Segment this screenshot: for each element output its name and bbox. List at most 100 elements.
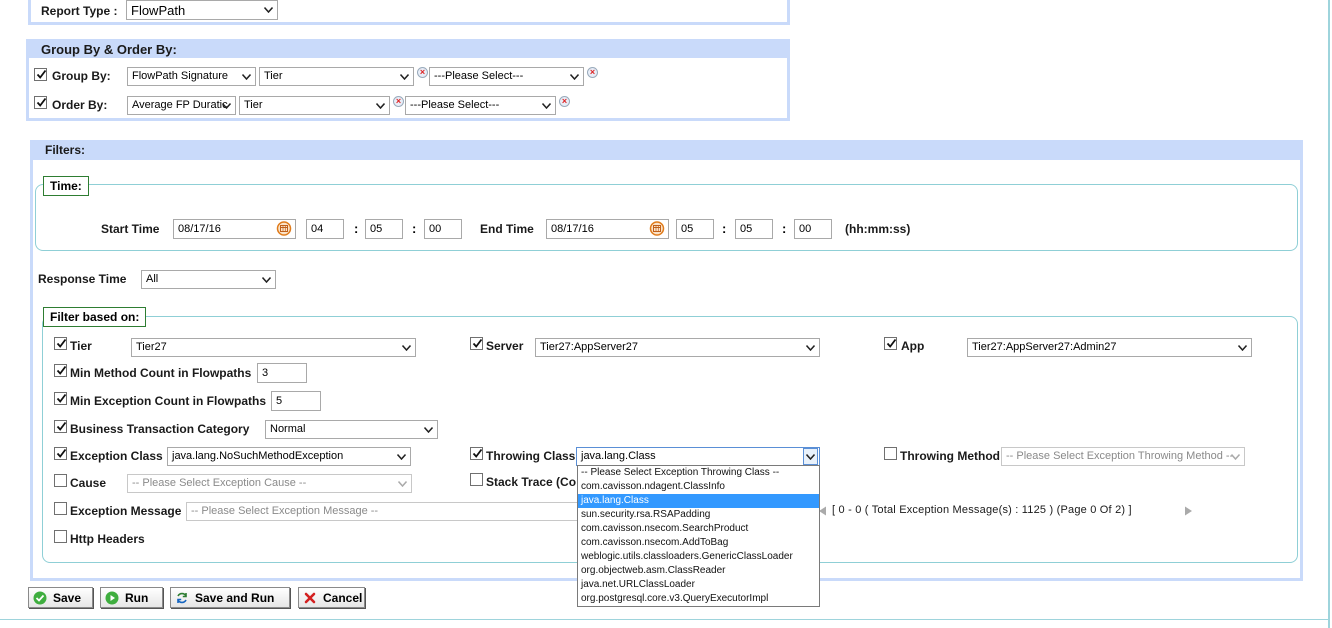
end-time-label: End Time: [480, 222, 534, 236]
btc-select[interactable]: Normal: [265, 420, 438, 439]
end-hour-field[interactable]: 05: [676, 219, 714, 239]
refresh-icon: [175, 591, 189, 605]
time-separator: :: [412, 221, 417, 236]
chevron-down-icon[interactable]: [803, 448, 818, 465]
remove-group-by-3-icon[interactable]: ×: [587, 67, 598, 78]
chevron-down-icon: [1236, 340, 1248, 355]
time-format-hint: (hh:mm:ss): [845, 222, 911, 236]
cancel-x-icon: [303, 591, 317, 605]
start-minute-field[interactable]: 05: [365, 219, 403, 239]
http-headers-label: Http Headers: [70, 532, 145, 546]
save-button[interactable]: Save: [28, 587, 93, 608]
chevron-down-icon: [422, 422, 434, 437]
remove-group-by-2-icon[interactable]: ×: [417, 67, 428, 78]
chevron-down-icon: [398, 69, 410, 84]
server-checkbox[interactable]: [470, 337, 483, 350]
start-second-field[interactable]: 00: [424, 219, 462, 239]
time-separator: :: [354, 221, 359, 236]
chevron-down-icon: [400, 340, 412, 355]
tier-select[interactable]: Tier27: [131, 338, 416, 357]
throwing-class-label: Throwing Class: [486, 449, 576, 463]
start-time-label: Start Time: [101, 222, 160, 236]
save-and-run-button[interactable]: Save and Run: [170, 587, 290, 608]
order-by-checkbox[interactable]: [34, 96, 47, 109]
next-page-icon[interactable]: [1184, 505, 1193, 516]
server-label: Server: [486, 339, 524, 353]
dropdown-option[interactable]: com.cavisson.nsecom.AddToBag: [578, 536, 819, 550]
dropdown-option[interactable]: sun.security.rsa.RSAPadding: [578, 508, 819, 522]
cause-checkbox[interactable]: [54, 474, 67, 487]
exception-class-checkbox[interactable]: [54, 447, 67, 460]
exception-message-checkbox[interactable]: [54, 502, 67, 515]
tier-checkbox[interactable]: [54, 337, 67, 350]
min-method-field[interactable]: 3: [257, 363, 307, 383]
group-by-checkbox[interactable]: [34, 68, 47, 81]
throwing-method-label: Throwing Method: [900, 449, 1000, 463]
app-label: App: [901, 339, 925, 353]
http-headers-checkbox[interactable]: [54, 530, 67, 543]
min-exception-field[interactable]: 5: [271, 391, 321, 411]
outer-frame-right: [1328, 0, 1330, 628]
exception-class-label: Exception Class: [70, 449, 163, 463]
throwing-method-checkbox[interactable]: [884, 447, 897, 460]
order-by-select-1[interactable]: Average FP Duratic: [127, 96, 236, 115]
order-by-select-3[interactable]: ---Please Select---: [405, 96, 556, 115]
cause-label: Cause: [70, 476, 107, 490]
chevron-down-icon: [220, 98, 232, 113]
stack-trace-checkbox[interactable]: [470, 473, 483, 486]
dropdown-option[interactable]: java.net.URLClassLoader: [578, 578, 819, 592]
order-by-select-2[interactable]: Tier: [239, 96, 390, 115]
dropdown-option[interactable]: weblogic.utils.classloaders.GenericClass…: [578, 550, 819, 564]
time-fieldset: [35, 184, 1298, 251]
dropdown-option[interactable]: org.objectweb.asm.ClassReader: [578, 564, 819, 578]
chevron-down-icon: [260, 272, 272, 287]
app-checkbox[interactable]: [884, 337, 897, 350]
order-by-label: Order By:: [52, 98, 108, 112]
cause-select[interactable]: -- Please Select Exception Cause --: [127, 474, 412, 493]
dropdown-option[interactable]: com.cavisson.ndagent.ClassInfo: [578, 480, 819, 494]
group-by-label: Group By:: [52, 69, 111, 83]
min-method-checkbox[interactable]: [54, 364, 67, 377]
response-time-select[interactable]: All: [141, 270, 276, 289]
exception-message-pager: [ 0 - 0 ( Total Exception Message(s) : 1…: [832, 504, 1132, 516]
time-legend: Time:: [43, 176, 89, 196]
btc-checkbox[interactable]: [54, 420, 67, 433]
response-time-label: Response Time: [38, 272, 127, 286]
group-by-select-3[interactable]: ---Please Select---: [429, 67, 584, 86]
app-select[interactable]: Tier27:AppServer27:Admin27: [967, 338, 1252, 357]
min-method-label: Min Method Count in Flowpaths: [70, 366, 252, 380]
report-type-label: Report Type :: [41, 4, 118, 18]
server-select[interactable]: Tier27:AppServer27: [535, 338, 820, 357]
remove-order-by-2-icon[interactable]: ×: [393, 96, 404, 107]
save-check-icon: [33, 591, 47, 605]
run-button[interactable]: Run: [100, 587, 163, 608]
throwing-class-select[interactable]: java.lang.Class: [576, 447, 820, 466]
end-minute-field[interactable]: 05: [735, 219, 773, 239]
dropdown-option[interactable]: com.cavisson.nsecom.SearchProduct: [578, 522, 819, 536]
exception-message-label: Exception Message: [70, 504, 182, 518]
throwing-class-dropdown-list[interactable]: -- Please Select Exception Throwing Clas…: [577, 465, 820, 607]
group-by-select-2[interactable]: Tier: [259, 67, 414, 86]
filters-title-bar: [33, 143, 1300, 160]
throwing-method-select[interactable]: -- Please Select Exception Throwing Meth…: [1001, 447, 1245, 466]
remove-order-by-3-icon[interactable]: ×: [559, 96, 570, 107]
report-type-select[interactable]: FlowPath: [126, 0, 278, 20]
cancel-button[interactable]: Cancel: [298, 587, 365, 608]
start-hour-field[interactable]: 04: [306, 219, 344, 239]
chevron-down-icon: [240, 69, 252, 84]
exception-message-select[interactable]: -- Please Select Exception Message --: [186, 502, 586, 521]
play-icon: [105, 591, 119, 605]
throwing-class-checkbox[interactable]: [470, 447, 483, 460]
calendar-icon[interactable]: [276, 221, 292, 236]
chevron-down-icon: [262, 2, 274, 17]
dropdown-option[interactable]: -- Please Select Exception Throwing Clas…: [578, 466, 819, 480]
dropdown-option[interactable]: java.lang.Class: [578, 494, 819, 508]
group-by-select-1[interactable]: FlowPath Signature: [127, 67, 256, 86]
min-exception-checkbox[interactable]: [54, 392, 67, 405]
chevron-down-icon: [568, 69, 580, 84]
filter-based-on-legend: Filter based on:: [43, 307, 147, 327]
exception-class-select[interactable]: java.lang.NoSuchMethodException: [167, 447, 411, 466]
dropdown-option[interactable]: org.postgresql.core.v3.QueryExecutorImpl: [578, 592, 819, 606]
calendar-icon[interactable]: [649, 221, 665, 236]
end-second-field[interactable]: 00: [794, 219, 832, 239]
